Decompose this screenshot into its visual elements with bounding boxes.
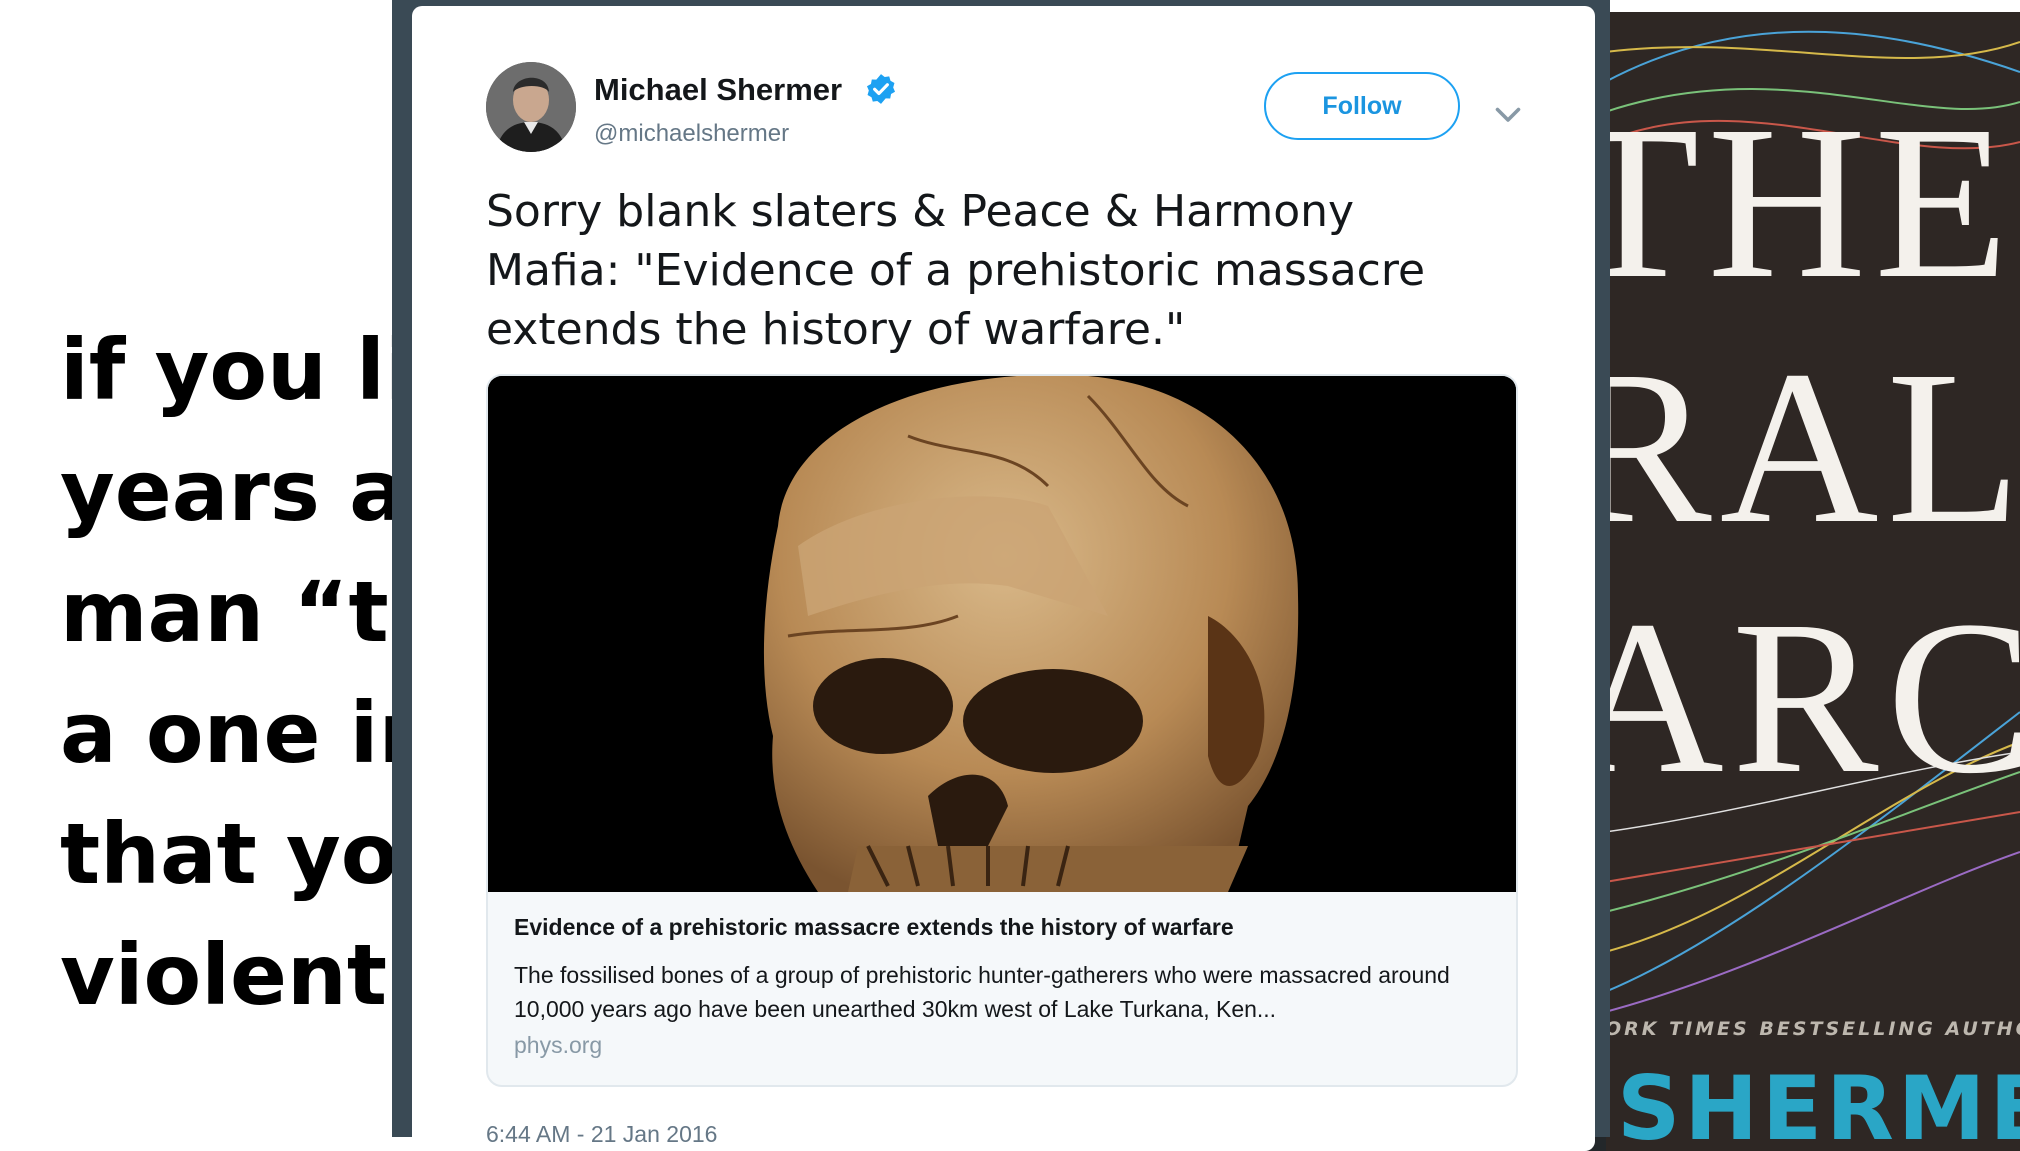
author-name[interactable]: Michael Shermer xyxy=(594,72,842,108)
skull-image xyxy=(488,376,1516,892)
book-author: SHERMER xyxy=(1617,1057,2020,1151)
book-title-line: THE xyxy=(1605,80,2017,324)
tweet-text: Sorry blank slaters & Peace & Harmony Ma… xyxy=(486,186,1426,355)
tweet-timestamp[interactable]: 6:44 AM - 21 Jan 2016 xyxy=(486,1121,717,1148)
card-title[interactable]: Evidence of a prehistoric massacre exten… xyxy=(514,914,1494,941)
author-handle[interactable]: @michaelshermer xyxy=(594,120,789,148)
avatar[interactable] xyxy=(486,62,576,152)
card-domain[interactable]: phys.org xyxy=(514,1032,602,1059)
card-image xyxy=(488,376,1516,892)
book-title-line: ARC xyxy=(1605,575,2020,819)
link-preview-card[interactable]: Evidence of a prehistoric massacre exten… xyxy=(486,374,1518,1087)
book-cover: THE RAL ARC ORK TIMES BESTSELLING AUTHOR… xyxy=(1605,12,2020,1151)
verified-badge-icon xyxy=(866,74,896,104)
follow-button[interactable]: Follow xyxy=(1264,72,1460,140)
card-description: The fossilised bones of a group of prehi… xyxy=(514,962,1450,1022)
book-title-line: RAL xyxy=(1605,325,2020,569)
tweet-card: Michael Shermer @michaelshermer Follow S… xyxy=(412,6,1595,1151)
chevron-down-icon[interactable] xyxy=(1490,96,1526,132)
book-tagline: ORK TIMES BESTSELLING AUTHOR xyxy=(1605,1018,2020,1040)
